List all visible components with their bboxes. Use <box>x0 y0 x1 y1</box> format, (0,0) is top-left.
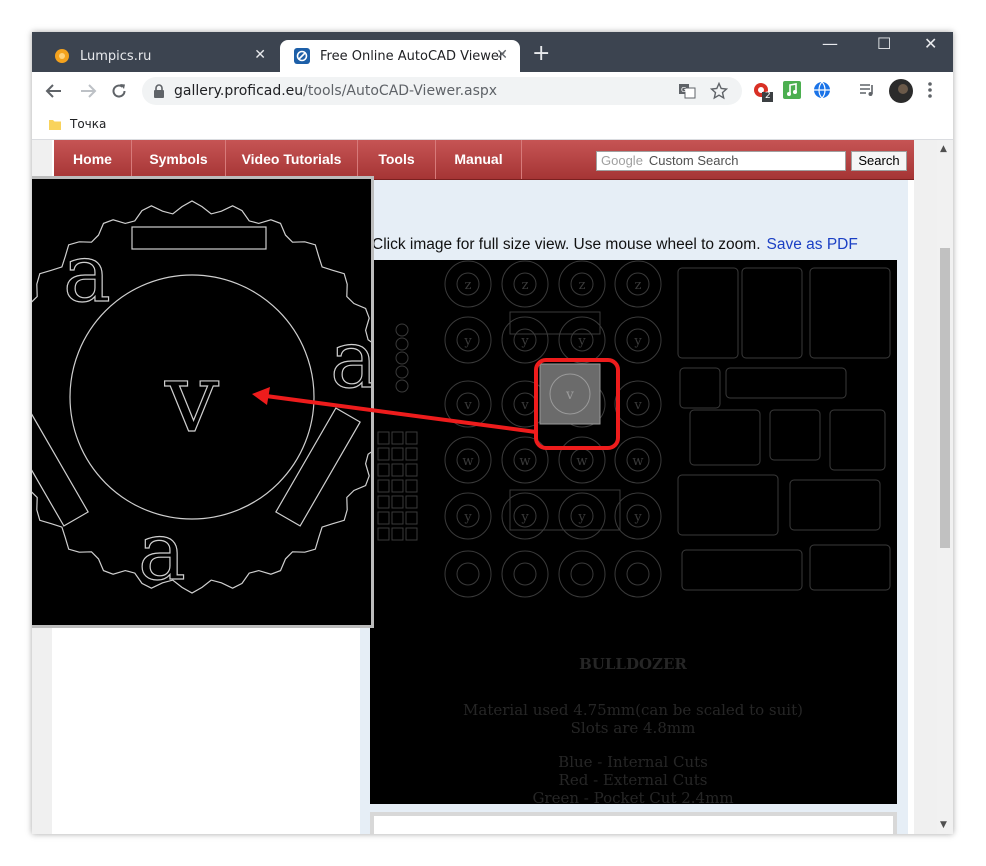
address-bar[interactable]: gallery.proficad.eu/tools/AutoCAD-Viewer… <box>142 77 742 105</box>
scrollbar-thumb[interactable] <box>940 248 950 548</box>
media-control-icon[interactable] <box>858 81 878 101</box>
tab-autocad-viewer[interactable]: Free Online AutoCAD Viewer ✕ <box>280 40 520 72</box>
back-icon[interactable] <box>43 80 65 102</box>
music-extension-icon[interactable] <box>783 81 803 101</box>
proficad-logo-icon <box>294 48 310 64</box>
reload-icon[interactable] <box>108 80 130 102</box>
extension-badge: 2 <box>765 91 771 101</box>
browser-toolbar: gallery.proficad.eu/tools/AutoCAD-Viewer… <box>32 72 953 110</box>
highlight-frame <box>534 358 620 450</box>
browser-window: Lumpics.ru ✕ Free Online AutoCAD Viewer … <box>32 32 953 834</box>
bookmark-item[interactable]: Точка <box>70 117 106 131</box>
tab-title: Free Online AutoCAD Viewer <box>320 48 505 64</box>
scroll-up-icon[interactable]: ▲ <box>940 144 947 154</box>
bookmarks-bar: Точка <box>32 110 953 140</box>
translate-icon[interactable]: G <box>678 82 696 100</box>
arrow-head-icon <box>252 387 270 405</box>
close-icon[interactable]: ✕ <box>496 47 508 63</box>
page-viewport: Home Symbols Video Tutorials Tools Manua… <box>32 140 937 834</box>
extension-icon[interactable]: 2 <box>752 81 773 102</box>
scroll-down-icon[interactable]: ▼ <box>940 820 947 830</box>
pointer-arrow <box>265 394 537 434</box>
tab-lumpics[interactable]: Lumpics.ru ✕ <box>40 40 278 72</box>
lock-icon <box>154 84 164 98</box>
close-icon[interactable]: ✕ <box>254 47 266 63</box>
menu-kebab-icon[interactable] <box>927 81 947 101</box>
forward-icon[interactable] <box>77 80 99 102</box>
maximize-icon[interactable]: ☐ <box>877 36 891 52</box>
url-host: gallery.proficad.eu <box>174 83 304 99</box>
tab-title: Lumpics.ru <box>80 48 152 64</box>
orange-circle-icon <box>55 49 69 63</box>
svg-text:G: G <box>681 86 686 94</box>
star-icon[interactable] <box>710 82 728 100</box>
page-scrollbar[interactable]: ▲ ▼ <box>937 140 953 834</box>
url-path: /tools/AutoCAD-Viewer.aspx <box>303 83 498 99</box>
annotation-overlay <box>252 358 620 450</box>
tab-strip: Lumpics.ru ✕ Free Online AutoCAD Viewer … <box>32 32 953 72</box>
avatar[interactable] <box>889 79 913 103</box>
vpn-globe-icon[interactable] <box>813 81 833 101</box>
minimize-icon[interactable]: — <box>822 36 838 52</box>
url-text: gallery.proficad.eu/tools/AutoCAD-Viewer… <box>174 83 497 99</box>
window-close-icon[interactable]: ✕ <box>924 36 937 52</box>
folder-icon <box>49 120 61 130</box>
new-tab-icon[interactable]: + <box>532 42 550 66</box>
